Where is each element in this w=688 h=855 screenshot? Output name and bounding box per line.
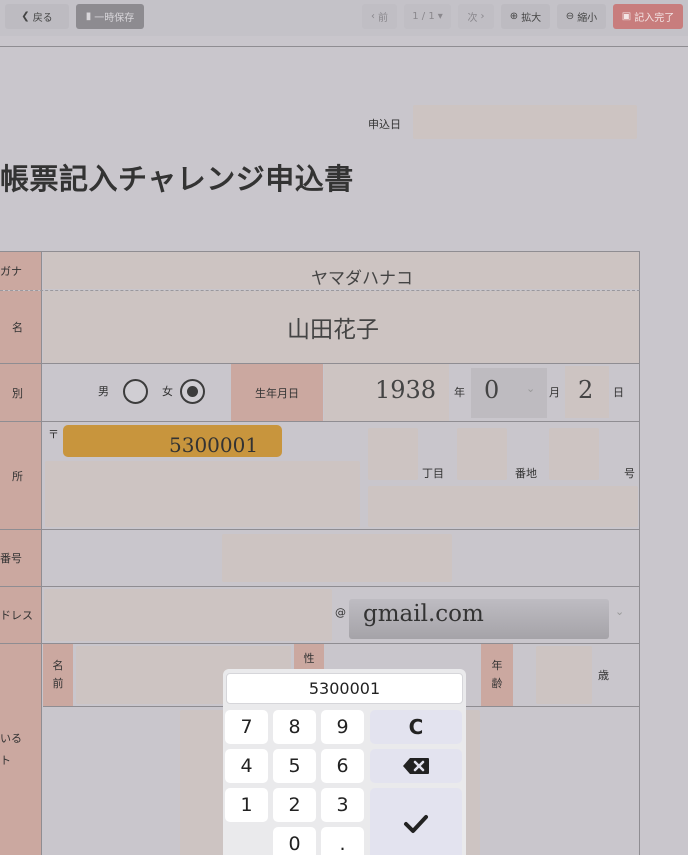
- chevron-right-icon: ›: [480, 11, 485, 22]
- dob-day-value: 2: [578, 376, 594, 404]
- postal-code-value: 5300001: [169, 433, 259, 457]
- phone-field[interactable]: [222, 534, 452, 582]
- backspace-button[interactable]: [370, 749, 462, 783]
- key-0[interactable]: 0: [273, 827, 316, 855]
- chevron-down-icon: ⌄: [526, 382, 536, 395]
- family-age-unit: 歳: [598, 669, 609, 682]
- save-icon: ▣: [621, 11, 632, 22]
- address-line-field[interactable]: [45, 461, 360, 527]
- gender-label: 別: [0, 364, 42, 421]
- name-value: 山田花子: [287, 317, 379, 343]
- toolbar-divider: [0, 46, 688, 47]
- row-divider: [0, 586, 640, 587]
- backspace-icon: [403, 758, 429, 774]
- key-6[interactable]: 6: [321, 749, 364, 783]
- gender-female-radio[interactable]: [180, 379, 205, 404]
- page-title: 帳票記入チャレンジ申込書: [0, 162, 354, 196]
- key-2[interactable]: 2: [273, 788, 316, 822]
- dob-month-unit: 月: [549, 386, 560, 399]
- chevron-left-icon: ‹: [371, 11, 375, 22]
- chome-field[interactable]: [368, 428, 418, 480]
- chome-label: 丁目: [422, 467, 444, 480]
- finish-label: 記入完了: [634, 13, 675, 24]
- key-decimal[interactable]: .: [321, 827, 364, 855]
- postal-code-field[interactable]: 5300001: [63, 425, 282, 457]
- zoom-in-icon: ⊕: [509, 11, 519, 22]
- save-draft-label: 一時保存: [94, 13, 135, 24]
- caret-down-icon: ▾: [437, 11, 443, 22]
- zoom-out-label: 縮小: [577, 13, 598, 24]
- page-indicator: 1 / 1: [412, 11, 435, 22]
- building-field[interactable]: [368, 486, 638, 527]
- email-local-field[interactable]: [44, 589, 332, 641]
- furigana-field[interactable]: ヤマダハナコ: [43, 252, 639, 289]
- dob-year-value: 1938: [375, 376, 437, 404]
- confirm-button[interactable]: [370, 788, 462, 855]
- clear-button[interactable]: C: [370, 710, 462, 744]
- key-1[interactable]: 1: [225, 788, 268, 822]
- email-at: @: [335, 606, 346, 619]
- prev-label: 前: [378, 13, 388, 24]
- furigana-label: ガナ: [0, 252, 42, 290]
- checkmark-icon: [404, 815, 428, 833]
- phone-label: 番号: [0, 530, 42, 586]
- key-4[interactable]: 4: [225, 749, 268, 783]
- family-name-label: 名 前: [43, 644, 73, 706]
- key-9[interactable]: 9: [321, 710, 364, 744]
- dob-day-unit: 日: [613, 386, 624, 399]
- family-age-label: 年 齢: [481, 644, 513, 706]
- zoom-in-button[interactable]: ⊕ 拡大: [501, 4, 550, 29]
- email-label: ドレス: [0, 587, 42, 643]
- dob-month-select[interactable]: [471, 368, 547, 418]
- postal-mark: 〒: [48, 428, 59, 441]
- key-3[interactable]: 3: [321, 788, 364, 822]
- dob-label: 生年月日: [231, 364, 323, 421]
- row-divider: [0, 421, 640, 422]
- go-field[interactable]: [549, 428, 599, 480]
- save-draft-button[interactable]: ▮ 一時保存: [76, 4, 144, 29]
- name-label: 名: [0, 291, 42, 363]
- document-icon: ▮: [85, 11, 92, 22]
- address-label: 所: [0, 422, 42, 529]
- keypad-display: 5300001: [226, 673, 463, 704]
- dob-month-value: 0: [484, 376, 500, 404]
- family-section-label: いる ト: [0, 644, 42, 855]
- next-label: 次: [467, 13, 478, 24]
- furigana-value: ヤマダハナコ: [311, 269, 413, 289]
- gender-female-label: 女: [162, 385, 173, 398]
- banchi-label: 番地: [515, 467, 537, 480]
- zoom-out-icon: ⊖: [565, 11, 575, 22]
- apply-date-field[interactable]: [413, 105, 637, 139]
- page-select[interactable]: 1 / 1 ▾: [404, 4, 451, 29]
- zoom-out-button[interactable]: ⊖ 縮小: [557, 4, 606, 29]
- chevron-down-icon: ⌄: [615, 605, 625, 618]
- finish-button[interactable]: ▣ 記入完了: [613, 4, 683, 29]
- key-8[interactable]: 8: [273, 710, 316, 744]
- key-7[interactable]: 7: [225, 710, 268, 744]
- toolbar: ❮ 戻る ▮ 一時保存 ‹ 前 1 / 1 ▾ 次 › ⊕ 拡大 ⊖ 縮小 ▣ …: [0, 0, 688, 36]
- next-page-button[interactable]: 次 ›: [458, 4, 494, 29]
- email-domain-value: gmail.com: [363, 601, 484, 627]
- apply-date-label: 申込日: [368, 118, 401, 131]
- back-label: 戻る: [32, 13, 53, 24]
- numeric-keypad: 5300001 7 8 9 C 4 5 6 1 2 3 0 .: [223, 669, 466, 855]
- back-button[interactable]: ❮ 戻る: [5, 4, 69, 29]
- prev-page-button[interactable]: ‹ 前: [362, 4, 397, 29]
- row-divider: [0, 529, 640, 530]
- key-5[interactable]: 5: [273, 749, 316, 783]
- family-age-field[interactable]: [536, 646, 592, 704]
- zoom-in-label: 拡大: [521, 13, 542, 24]
- chevron-left-circle-icon: ❮: [21, 11, 30, 22]
- banchi-field[interactable]: [457, 428, 507, 480]
- dob-year-unit: 年: [454, 386, 465, 399]
- gender-male-label: 男: [98, 385, 109, 398]
- go-label: 号: [624, 467, 635, 480]
- gender-male-radio[interactable]: [123, 379, 148, 404]
